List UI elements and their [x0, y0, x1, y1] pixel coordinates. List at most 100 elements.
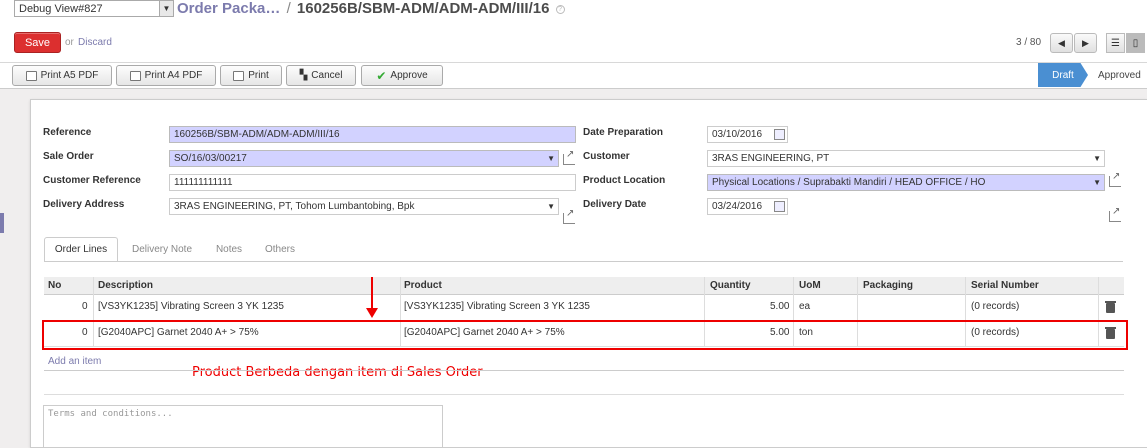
list-view-button[interactable]: ☰: [1106, 33, 1125, 53]
customer-select[interactable]: 3RAS ENGINEERING, PT ▼: [707, 150, 1105, 167]
date-preparation-field[interactable]: 03/10/2016: [707, 126, 788, 143]
delivery-date-label: Delivery Date: [583, 199, 647, 210]
calendar-icon[interactable]: [774, 129, 785, 140]
sale-order-value: SO/16/03/00217: [174, 153, 247, 164]
column-header-description[interactable]: Description: [98, 280, 153, 291]
cell-serial-number[interactable]: (0 records): [971, 301, 1019, 312]
breadcrumb: Order Packa… / 160256B/SBM-ADM/ADM-ADM/I…: [177, 0, 565, 17]
reference-field[interactable]: 160256B/SBM-ADM/ADM-ADM/III/16: [169, 126, 576, 143]
customer-label: Customer: [583, 151, 630, 162]
column-header-uom[interactable]: UoM: [799, 280, 821, 291]
external-link-icon[interactable]: [563, 208, 575, 224]
column-separator: [965, 277, 966, 295]
print-button[interactable]: Print: [220, 65, 282, 86]
pager-next-button[interactable]: ▶: [1074, 33, 1097, 53]
save-button[interactable]: Save: [14, 32, 61, 53]
tab-divider: [44, 261, 1123, 262]
trash-icon[interactable]: [1105, 301, 1116, 313]
checkmark-icon: ✔: [376, 68, 387, 83]
delivery-address-select[interactable]: 3RAS ENGINEERING, PT, Tohom Lumbantobing…: [169, 198, 559, 215]
debug-view-value: Debug View#827: [19, 2, 103, 15]
external-link-icon[interactable]: [1109, 171, 1121, 187]
breadcrumb-parent-link[interactable]: Order Packa…: [177, 0, 280, 17]
delivery-date-field[interactable]: 03/24/2016: [707, 198, 788, 215]
printer-icon: [233, 70, 245, 81]
chevron-down-icon: ▼: [547, 154, 555, 163]
calendar-icon[interactable]: [774, 201, 785, 212]
column-header-no[interactable]: No: [48, 280, 61, 291]
printer-icon: [129, 70, 141, 81]
tab-others[interactable]: Others: [256, 237, 304, 262]
status-approved[interactable]: Approved: [1092, 63, 1141, 87]
info-icon[interactable]: ?: [555, 4, 565, 14]
external-link-icon[interactable]: [1109, 206, 1121, 222]
pager-value: 3 / 80: [1016, 37, 1042, 48]
customer-reference-field[interactable]: 111111111111: [169, 174, 576, 191]
customer-reference-label: Customer Reference: [43, 175, 141, 186]
column-separator: [965, 295, 966, 321]
debug-view-select[interactable]: Debug View#827 ▼: [14, 0, 174, 17]
arrow-right-icon: ▶: [1082, 37, 1089, 48]
chevron-down-icon: ▼: [159, 1, 173, 16]
chevron-down-icon: ▼: [1093, 154, 1101, 163]
add-item-link[interactable]: Add an item: [48, 356, 101, 367]
column-separator: [400, 277, 401, 295]
column-header-product[interactable]: Product: [404, 280, 442, 291]
annotation-arrow-head: [366, 308, 378, 318]
column-header-quantity[interactable]: Quantity: [710, 280, 751, 291]
column-separator: [1098, 277, 1099, 295]
section-divider: [44, 394, 1124, 395]
sale-order-select[interactable]: SO/16/03/00217 ▼: [169, 150, 559, 167]
status-draft[interactable]: Draft: [1038, 63, 1088, 87]
table-row[interactable]: 0 [VS3YK1235] Vibrating Screen 3 YK 1235…: [44, 295, 1124, 321]
customer-value: 3RAS ENGINEERING, PT: [712, 153, 830, 164]
approve-button[interactable]: ✔ Approve: [361, 65, 443, 86]
tab-order-lines[interactable]: Order Lines: [44, 237, 118, 262]
cell-quantity: 5.00: [770, 301, 790, 312]
reference-label: Reference: [43, 127, 92, 138]
form-view-button[interactable]: ▯: [1126, 33, 1145, 53]
tab-notes[interactable]: Notes: [208, 237, 250, 262]
left-edge-marker: [0, 213, 4, 233]
tab-delivery-note[interactable]: Delivery Note: [122, 237, 202, 262]
cancel-label: Cancel: [311, 70, 343, 81]
cell-product: [VS3YK1235] Vibrating Screen 3 YK 1235: [404, 301, 590, 312]
column-separator: [857, 295, 858, 321]
column-header-serial-number[interactable]: Serial Number: [971, 280, 1039, 291]
column-separator: [400, 295, 401, 321]
delivery-date-value: 03/24/2016: [712, 201, 763, 212]
column-separator: [1098, 295, 1099, 321]
column-separator: [793, 277, 794, 295]
terms-textarea[interactable]: Terms and conditions...: [43, 405, 443, 448]
column-separator: [704, 277, 705, 295]
print-a4-button[interactable]: Print A4 PDF: [116, 65, 216, 86]
breadcrumb-current: 160256B/SBM-ADM/ADM-ADM/III/16: [296, 0, 550, 17]
cancel-button[interactable]: ▚ Cancel: [286, 65, 356, 86]
cell-uom: ea: [799, 301, 811, 312]
or-text: or: [65, 37, 74, 48]
column-separator: [93, 295, 94, 321]
discard-link[interactable]: Discard: [78, 37, 112, 48]
annotation-text: Product Berbeda dengan item di Sales Ord…: [192, 365, 483, 380]
delivery-address-label: Delivery Address: [43, 199, 125, 210]
printer-icon: [25, 70, 37, 81]
annotation-arrow: [371, 277, 373, 311]
print-a4-label: Print A4 PDF: [144, 70, 203, 81]
product-location-value: Physical Locations / Suprabakti Mandiri …: [712, 177, 986, 188]
print-a5-button[interactable]: Print A5 PDF: [12, 65, 112, 86]
pager-previous-button[interactable]: ◀: [1050, 33, 1073, 53]
delivery-address-value: 3RAS ENGINEERING, PT, Tohom Lumbantobing…: [174, 201, 415, 212]
terms-placeholder: Terms and conditions...: [48, 409, 173, 419]
column-header-packaging[interactable]: Packaging: [863, 280, 913, 291]
date-preparation-value: 03/10/2016: [712, 129, 763, 140]
customer-reference-value: 111111111111: [174, 177, 233, 188]
column-separator: [793, 295, 794, 321]
product-location-select[interactable]: Physical Locations / Suprabakti Mandiri …: [707, 174, 1105, 191]
external-link-icon[interactable]: [563, 149, 575, 165]
date-preparation-label: Date Preparation: [583, 127, 664, 138]
cell-description: [VS3YK1235] Vibrating Screen 3 YK 1235: [98, 301, 284, 312]
table-header: No Description Product Quantity UoM Pack…: [44, 277, 1124, 295]
column-separator: [857, 277, 858, 295]
print-a5-label: Print A5 PDF: [40, 70, 99, 81]
reference-value: 160256B/SBM-ADM/ADM-ADM/III/16: [174, 129, 340, 140]
